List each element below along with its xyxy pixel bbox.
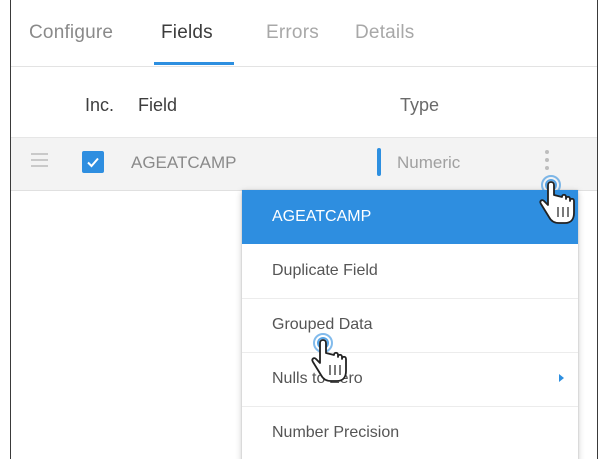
- field-name: AGEATCAMP: [131, 153, 237, 172]
- more-options-icon[interactable]: [543, 150, 551, 178]
- type-indicator-bar: [377, 148, 381, 176]
- column-header-field: Field: [138, 95, 178, 115]
- menu-item-label: Number Precision: [272, 424, 400, 441]
- field-context-menu: AGEATCAMP Duplicate Field Grouped Data N…: [242, 190, 578, 459]
- tab-details[interactable]: Details: [355, 22, 414, 44]
- menu-item-duplicate-field[interactable]: Duplicate Field: [242, 244, 578, 299]
- submenu-arrow-icon: [559, 374, 564, 382]
- menu-item-label: Duplicate Field: [272, 262, 378, 279]
- column-header-inc: Inc.: [85, 95, 115, 115]
- menu-item-label: AGEATCAMP: [272, 208, 372, 225]
- field-type: Numeric: [397, 153, 461, 172]
- checkmark-icon: [87, 157, 99, 168]
- drag-handle-icon[interactable]: [31, 153, 48, 167]
- field-row: AGEATCAMP Numeric: [11, 137, 597, 191]
- tab-fields[interactable]: Fields: [161, 22, 213, 44]
- active-tab-indicator: [154, 62, 234, 65]
- hand-cursor-icon: [311, 333, 347, 382]
- menu-item-label: Grouped Data: [272, 316, 373, 333]
- column-header-type: Type: [400, 95, 440, 115]
- tab-bar: Configure Fields Errors Details: [11, 0, 597, 67]
- menu-item-field-name[interactable]: AGEATCAMP: [242, 190, 578, 244]
- menu-item-grouped-data[interactable]: Grouped Data: [242, 298, 578, 353]
- menu-item-number-precision[interactable]: Number Precision: [242, 406, 578, 459]
- include-checkbox[interactable]: [82, 151, 104, 173]
- tab-errors[interactable]: Errors: [266, 22, 319, 44]
- menu-item-nulls-to-zero[interactable]: Nulls to Zero: [242, 352, 578, 407]
- tab-configure[interactable]: Configure: [29, 22, 113, 44]
- field-settings-panel: Configure Fields Errors Details Inc. Fie…: [10, 0, 598, 459]
- hand-cursor-icon: [539, 175, 575, 224]
